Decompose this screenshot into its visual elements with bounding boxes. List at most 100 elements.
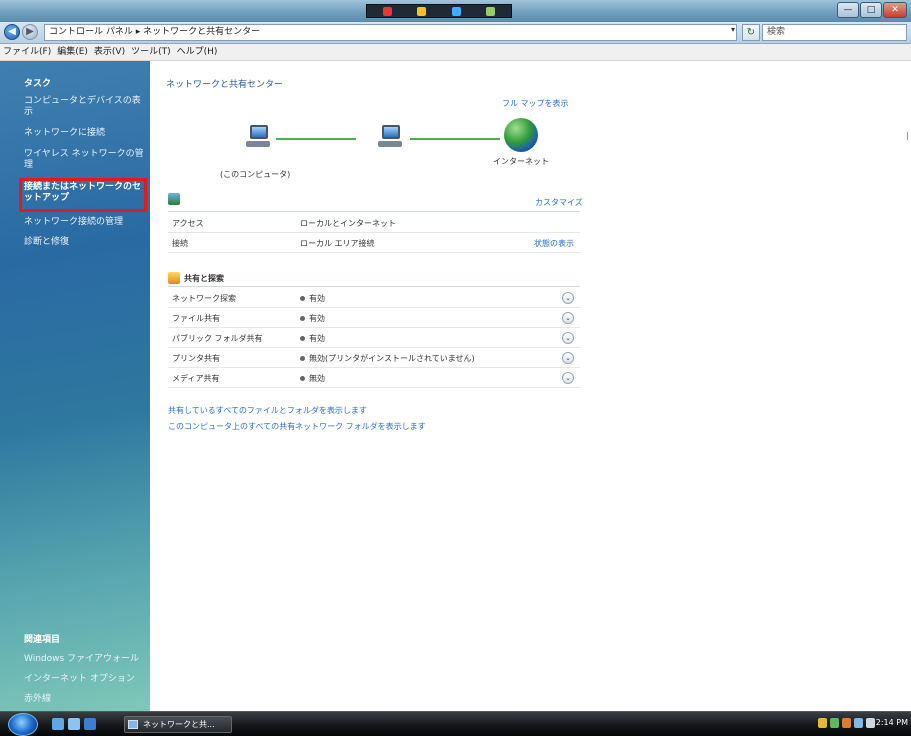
row-key: アクセス	[172, 219, 204, 228]
network-icon[interactable]	[376, 123, 404, 149]
maximize-button[interactable]: □	[860, 2, 882, 18]
sidebar-item-connect-network[interactable]: ネットワークに接続	[24, 128, 146, 139]
settings-icon[interactable]	[486, 6, 496, 16]
table-row: ネットワーク探索 有効 ⌄	[168, 288, 580, 308]
address-dropdown-icon[interactable]: ▾	[731, 25, 735, 34]
forward-button[interactable]: ▶	[22, 24, 38, 40]
taskbar-window-label: ネットワークと共...	[143, 720, 215, 729]
tasks-heading: タスク	[24, 79, 52, 89]
page-title: ネットワークと共有センター	[166, 80, 284, 90]
address-text: コントロール パネル ▸ ネットワークと共有センター	[49, 27, 261, 37]
row-key: ファイル共有	[172, 314, 220, 323]
internet-globe-icon[interactable]	[504, 118, 538, 152]
tray-volume-icon[interactable]	[866, 718, 875, 728]
refresh-icon[interactable]: ↻	[742, 24, 760, 41]
close-button[interactable]: ✕	[883, 2, 907, 18]
show-shared-files-link[interactable]: 共有しているすべてのファイルとフォルダを表示します	[168, 405, 367, 416]
internet-explorer-icon[interactable]	[84, 718, 96, 730]
taskbar-window-button[interactable]: ネットワークと共...	[124, 716, 232, 733]
menu-help[interactable]: ヘルプ(H)	[177, 44, 218, 60]
switch-windows-icon[interactable]	[68, 718, 80, 730]
connection-line-internet	[410, 138, 500, 140]
related-heading: 関連項目	[24, 635, 61, 645]
sharing-heading: 共有と探索	[184, 274, 224, 283]
row-key: パブリック フォルダ共有	[172, 334, 263, 343]
tray-shield-icon[interactable]	[818, 718, 827, 728]
this-computer-label: (このコンピュータ)	[220, 170, 291, 179]
title-bar: — □ ✕	[0, 0, 911, 22]
internet-label: インターネット	[493, 157, 549, 166]
address-bar: ◀ ▶ コントロール パネル ▸ ネットワークと共有センター ▾ ↻ 検索	[0, 22, 911, 44]
sidebar-item-firewall[interactable]: Windows ファイアウォール	[24, 654, 146, 665]
help-icon[interactable]	[451, 6, 461, 16]
menu-file[interactable]: ファイル(F)	[3, 44, 51, 60]
sharing-icon	[168, 272, 180, 284]
row-key: プリンタ共有	[172, 354, 220, 363]
show-shared-folders-link[interactable]: このコンピュータ上のすべての共有ネットワーク フォルダを表示します	[168, 421, 426, 432]
row-value: ローカル エリア接続	[300, 239, 375, 248]
chevron-down-icon[interactable]: ⌄	[562, 352, 574, 364]
row-value: 有効	[309, 314, 325, 323]
table-row: アクセス ローカルとインターネット	[168, 213, 580, 233]
start-button[interactable]	[8, 713, 38, 736]
highlight-box	[19, 178, 147, 212]
row-value: 有効	[309, 294, 325, 303]
table-row: 接続 ローカル エリア接続 状態の表示	[168, 233, 580, 253]
chevron-down-icon[interactable]: ⌄	[562, 332, 574, 344]
scroll-edge-marker: |	[906, 131, 909, 140]
address-field[interactable]: コントロール パネル ▸ ネットワークと共有センター	[44, 24, 737, 41]
tray-app-icon[interactable]	[830, 718, 839, 728]
full-map-link[interactable]: フル マップを表示	[502, 98, 569, 109]
network-small-icon	[168, 193, 180, 205]
floating-toolbar[interactable]	[366, 4, 512, 18]
this-computer-icon[interactable]	[244, 123, 272, 149]
menu-view[interactable]: 表示(V)	[94, 44, 125, 60]
menu-bar: ファイル(F) 編集(E) 表示(V) ツール(T) ヘルプ(H)	[0, 44, 911, 61]
table-row: パブリック フォルダ共有 有効 ⌄	[168, 328, 580, 348]
status-dot-icon	[300, 316, 305, 321]
search-input[interactable]: 検索	[762, 24, 907, 41]
table-row: メディア共有 無効 ⌄	[168, 368, 580, 388]
task-pane: タスク コンピュータとデバイスの表示 ネットワークに接続 ワイヤレス ネットワー…	[0, 61, 150, 711]
menu-tools[interactable]: ツール(T)	[131, 44, 171, 60]
customize-link[interactable]: カスタマイズ	[535, 197, 583, 208]
connection-line-local	[276, 138, 356, 140]
clock[interactable]: 2:14 PM	[876, 718, 908, 727]
back-button[interactable]: ◀	[4, 24, 20, 40]
sidebar-item-view-computers[interactable]: コンピュータとデバイスの表示	[24, 96, 146, 118]
main-content: ネットワークと共有センター フル マップを表示 インターネット (このコンピュー…	[150, 61, 911, 711]
tray-network-icon[interactable]	[854, 718, 863, 728]
taskbar: ネットワークと共... 2:14 PM	[0, 711, 911, 736]
tray-update-icon[interactable]	[842, 718, 851, 728]
minimize-button[interactable]: —	[837, 2, 859, 18]
chevron-down-icon[interactable]: ⌄	[562, 292, 574, 304]
row-key: メディア共有	[172, 374, 220, 383]
search-placeholder: 検索	[767, 27, 786, 37]
sidebar-item-manage-connections[interactable]: ネットワーク接続の管理	[24, 217, 146, 228]
menu-edit[interactable]: 編集(E)	[57, 44, 88, 60]
sidebar-item-manage-wireless[interactable]: ワイヤレス ネットワークの管理	[24, 149, 146, 171]
row-key: ネットワーク探索	[172, 294, 236, 303]
sidebar-item-diagnose-repair[interactable]: 診断と修復	[24, 237, 146, 248]
view-status-link[interactable]: 状態の表示	[534, 238, 574, 249]
record-icon[interactable]	[382, 6, 392, 16]
table-row: ファイル共有 有効 ⌄	[168, 308, 580, 328]
status-dot-icon	[300, 356, 305, 361]
sharing-section-divider	[168, 286, 580, 287]
system-tray	[818, 718, 875, 728]
row-value: 無効	[309, 374, 325, 383]
network-section-divider	[168, 211, 580, 212]
sidebar-item-infrared[interactable]: 赤外線	[24, 694, 146, 705]
chevron-down-icon[interactable]: ⌄	[562, 312, 574, 324]
language-icon[interactable]	[417, 6, 427, 16]
chevron-down-icon[interactable]: ⌄	[562, 372, 574, 384]
window-icon	[128, 720, 138, 729]
show-desktop-icon[interactable]	[52, 718, 64, 730]
row-value: 無効(プリンタがインストールされていません)	[309, 354, 475, 363]
row-value: ローカルとインターネット	[300, 219, 396, 228]
row-key: 接続	[172, 239, 188, 248]
row-value: 有効	[309, 334, 325, 343]
sidebar-item-internet-options[interactable]: インターネット オプション	[24, 674, 146, 685]
table-row: プリンタ共有 無効(プリンタがインストールされていません) ⌄	[168, 348, 580, 368]
status-dot-icon	[300, 376, 305, 381]
